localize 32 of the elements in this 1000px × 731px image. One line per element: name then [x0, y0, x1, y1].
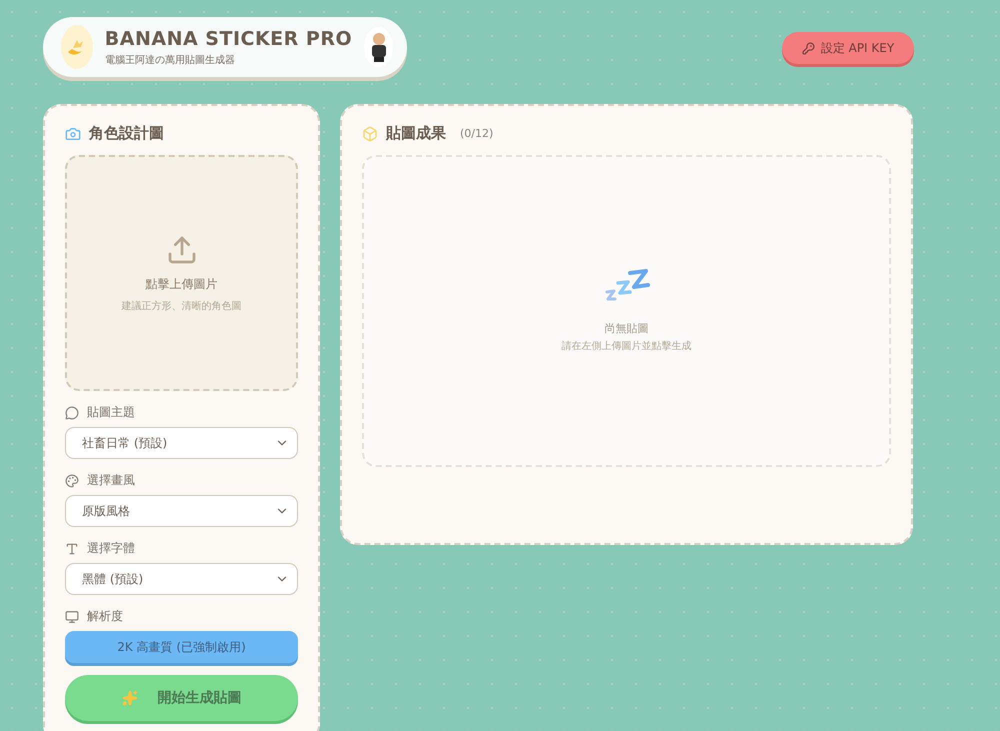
panel-title: 貼圖成果 [386, 124, 446, 143]
key-icon [802, 42, 815, 54]
dropdown-select[interactable]: 黑體 (預設) [65, 563, 298, 595]
sticker-count: (0/12) [460, 127, 494, 140]
resolution-button[interactable]: 2K 高畫質 (已強制啟用) [65, 631, 298, 663]
upload-hint: 建議正方形、清晰的角色圖 [122, 300, 242, 312]
field-label: 貼圖主題 [87, 404, 135, 421]
upload-label: 點擊上傳圖片 [146, 276, 218, 292]
upload-area[interactable]: 點擊上傳圖片 建議正方形、清晰的角色圖 [65, 155, 298, 391]
dropdown-select[interactable]: 社畜日常 (預設) [65, 427, 298, 459]
palette-icon [65, 474, 79, 488]
sleep-icon [604, 269, 650, 303]
panel-title: 角色設計圖 [89, 124, 164, 143]
field-label: 選擇畫風 [87, 472, 135, 489]
banana-icon [61, 25, 93, 69]
chat-bubble-icon [65, 406, 79, 420]
text-icon [65, 542, 79, 556]
monitor-icon [65, 610, 79, 624]
field-label: 選擇字體 [87, 540, 135, 557]
app-title: BANANA STICKER PRO [104, 28, 352, 50]
api-key-button[interactable]: 設定 API KEY [782, 32, 914, 64]
empty-hint: 請在左側上傳圖片並點擊生成 [562, 340, 692, 353]
box-icon [362, 126, 378, 142]
app-subtitle: 電腦王阿達の萬用貼圖生成器 [104, 54, 236, 66]
field-label: 解析度 [87, 608, 123, 625]
avatar-icon [364, 27, 393, 67]
dropdown-select[interactable]: 原版風格 [65, 495, 298, 527]
empty-title: 尚無貼圖 [604, 321, 648, 336]
generate-button[interactable]: 開始生成貼圖 [65, 675, 298, 721]
sparkle-icon [122, 690, 138, 706]
upload-icon [166, 234, 198, 266]
camera-icon [65, 126, 81, 142]
